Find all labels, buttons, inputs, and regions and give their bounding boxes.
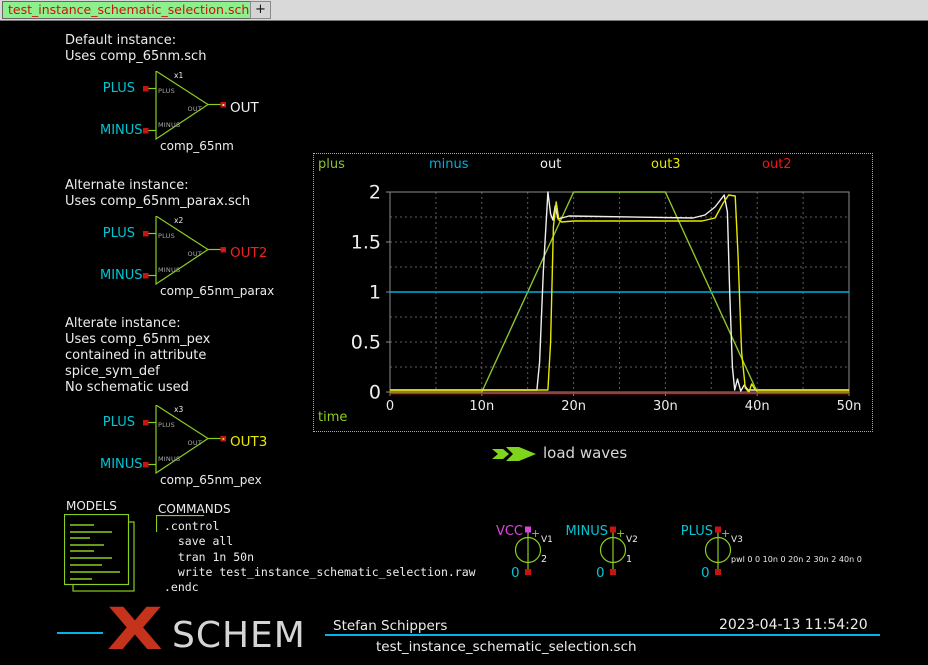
instance-designator: x1 xyxy=(174,71,183,80)
pin-name-plus: PLUS xyxy=(158,87,175,95)
instance-designator: x3 xyxy=(174,405,183,414)
pin-name-minus: MINUS xyxy=(158,266,180,274)
instance-designator: x2 xyxy=(174,216,183,225)
titleblock-author: Stefan Schippers xyxy=(333,618,447,634)
net-label-plus[interactable]: PLUS xyxy=(100,81,135,96)
legend-item-out[interactable]: out xyxy=(540,157,651,172)
x-axis-variable-label: time xyxy=(318,410,347,425)
source-net-label[interactable]: PLUS xyxy=(660,524,713,539)
xschem-window: test_instance_schematic_selection.sch + … xyxy=(0,0,928,665)
y-tick-label: 2 xyxy=(369,182,381,204)
pin-name-plus: PLUS xyxy=(158,421,175,429)
xschem-logo-x: X xyxy=(107,600,163,658)
plus-terminal-mark: + xyxy=(721,527,730,540)
source-designator: V1 xyxy=(541,535,553,545)
symbol-name: comp_65nm_pex xyxy=(160,473,262,487)
models-icon[interactable] xyxy=(64,514,142,596)
x-tick-label: 10n xyxy=(469,399,494,414)
legend-item-out2[interactable]: out2 xyxy=(762,157,873,172)
pin-name-plus: PLUS xyxy=(158,232,175,240)
titleblock-datetime: 2023-04-13 11:54:20 xyxy=(719,617,868,633)
waveform-graph[interactable]: 010n20n30n40n50n00.511.52 plusminusoutou… xyxy=(313,153,873,432)
legend-item-plus[interactable]: plus xyxy=(318,157,429,172)
pin-name-minus: MINUS xyxy=(158,121,180,129)
y-tick-label: 1 xyxy=(369,282,381,304)
models-label: MODELS xyxy=(66,499,117,513)
net-label-plus[interactable]: PLUS xyxy=(100,226,135,241)
net-label-out[interactable]: OUT xyxy=(230,100,259,116)
titleblock-line-left xyxy=(57,632,103,634)
net-label-minus[interactable]: MINUS xyxy=(100,457,135,472)
net-label-plus[interactable]: PLUS xyxy=(100,415,135,430)
spice-commands-text[interactable]: .control save all tran 1n 50n write test… xyxy=(164,519,476,595)
comparator-symbol-x2[interactable]: PLUS MINUS PLUS MINUS OUT x2 OUT2 comp_6… xyxy=(100,216,280,301)
legend-item-out3[interactable]: out3 xyxy=(651,157,762,172)
x-tick-label: 20n xyxy=(561,399,586,414)
ground-net-label[interactable]: 0 xyxy=(511,565,520,581)
instance-3-title: Alterate instance: Uses comp_65nm_pex co… xyxy=(65,316,210,396)
source-designator: V3 xyxy=(731,535,743,545)
source-value: 2 xyxy=(541,554,547,565)
source-net-label[interactable]: VCC xyxy=(470,524,523,539)
x-tick-label: 50n xyxy=(837,399,862,414)
xschem-logo-text: SCHEM xyxy=(172,618,306,654)
pin-name-out: OUT xyxy=(172,250,202,258)
plus-terminal-mark: + xyxy=(616,527,625,540)
net-label-minus[interactable]: MINUS xyxy=(100,123,135,138)
y-tick-label: 0.5 xyxy=(351,332,381,354)
tab-bar: test_instance_schematic_selection.sch + xyxy=(0,0,928,21)
launcher-arrow-icon xyxy=(492,444,540,464)
source-pwl-value: pwl 0 0 10n 0 20n 2 30n 2 40n 0 xyxy=(731,555,862,564)
source-value: 1 xyxy=(626,554,632,565)
symbol-name: comp_65nm_parax xyxy=(160,284,274,298)
commands-label: COMMANDS xyxy=(158,502,231,516)
y-tick-label: 0 xyxy=(369,382,381,404)
pin-name-minus: MINUS xyxy=(158,455,180,463)
legend-item-minus[interactable]: minus xyxy=(429,157,540,172)
y-tick-label: 1.5 xyxy=(351,232,381,254)
graph-plot-area[interactable]: 0 10n 20n 30n 40n 50n 0 0.5 1 1.5 2 xyxy=(314,154,872,431)
instance-2-title: Alternate instance: Uses comp_65nm_parax… xyxy=(65,178,250,210)
pin-name-out: OUT xyxy=(172,105,202,113)
voltage-source-v3[interactable]: + PLUS V3 pwl 0 0 10n 0 20n 2 30n 2 40n … xyxy=(660,524,890,582)
source-designator: V2 xyxy=(626,535,638,545)
x-tick-label: 30n xyxy=(653,399,678,414)
x-tick-label: 40n xyxy=(745,399,770,414)
net-label-out3[interactable]: OUT3 xyxy=(230,434,267,450)
net-label-out2[interactable]: OUT2 xyxy=(230,245,267,261)
load-waves-launcher[interactable]: load waves xyxy=(492,444,672,464)
tab-active-schematic[interactable]: test_instance_schematic_selection.sch xyxy=(2,1,255,19)
net-label-minus[interactable]: MINUS xyxy=(100,268,135,283)
instance-1-title: Default instance: Uses comp_65nm.sch xyxy=(65,33,206,65)
comparator-symbol-x1[interactable]: PLUS MINUS PLUS MINUS OUT x1 OUT comp_65… xyxy=(100,71,280,156)
titleblock-filename: test_instance_schematic_selection.sch xyxy=(376,639,637,655)
ground-net-label[interactable]: 0 xyxy=(701,565,710,581)
titleblock-line-main xyxy=(325,634,880,636)
x-tick-label: 0 xyxy=(386,399,394,414)
plus-terminal-mark: + xyxy=(531,527,540,540)
pin-name-out: OUT xyxy=(172,439,202,447)
load-waves-label: load waves xyxy=(543,444,627,462)
graph-legend: plusminusoutout3out2 xyxy=(318,157,873,172)
symbol-name: comp_65nm xyxy=(160,139,234,153)
source-net-label[interactable]: MINUS xyxy=(555,524,608,539)
comparator-symbol-x3[interactable]: PLUS MINUS PLUS MINUS OUT x3 OUT3 comp_6… xyxy=(100,405,280,490)
ground-net-label[interactable]: 0 xyxy=(596,565,605,581)
new-tab-button[interactable]: + xyxy=(250,1,271,19)
